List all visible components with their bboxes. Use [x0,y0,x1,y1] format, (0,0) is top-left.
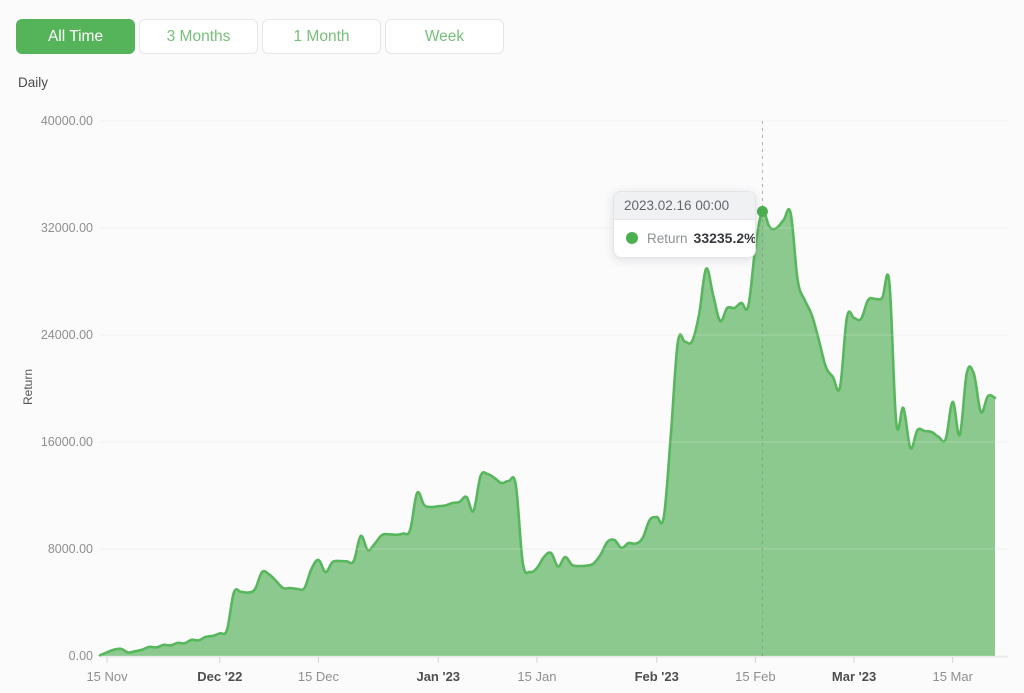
x-tick-label: 15 Feb [720,669,790,684]
y-tick-label: 40000.00 [3,113,93,129]
hover-point-dot [757,206,768,217]
y-tick-label: 32000.00 [3,220,93,236]
x-tick-label: Feb '23 [622,669,692,684]
return-chart[interactable] [0,0,1024,693]
return-area-fill [100,209,995,656]
series-dot-icon [626,232,638,244]
y-tick-label: 24000.00 [3,327,93,343]
tooltip-series-label: Return [647,231,688,246]
tooltip-date: 2023.02.16 00:00 [614,192,755,220]
x-tick-label: 15 Nov [72,669,142,684]
y-tick-label: 8000.00 [3,541,93,557]
x-tick-label: Mar '23 [819,669,889,684]
x-tick-label: 15 Jan [502,669,572,684]
x-tick-label: 15 Dec [283,669,353,684]
tooltip-body: Return 33235.2% [614,220,755,257]
y-tick-label: 16000.00 [3,434,93,450]
y-tick-label: 0.00 [3,648,93,664]
x-tick-label: Jan '23 [403,669,473,684]
x-tick-label: Dec '22 [185,669,255,684]
tooltip-series-value: 33235.2% [694,230,756,246]
chart-tooltip: 2023.02.16 00:00 Return 33235.2% [613,191,756,258]
x-tick-label: 15 Mar [918,669,988,684]
